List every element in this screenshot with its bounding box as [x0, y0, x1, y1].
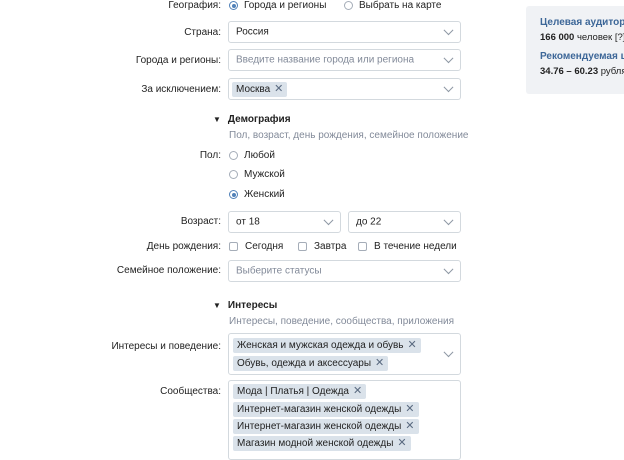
- birthday-week-checkbox[interactable]: В течение недели: [358, 241, 457, 252]
- radio-icon: [344, 1, 353, 10]
- age-from-select[interactable]: от 18: [228, 211, 341, 233]
- marital-label: Семейное положение:: [116, 265, 221, 276]
- checkbox-icon: [229, 242, 238, 251]
- chevron-down-icon: [323, 215, 334, 226]
- birthday-today-checkbox[interactable]: Сегодня: [229, 241, 283, 252]
- chevron-down-icon: [443, 53, 454, 64]
- audience-unit: человек [?]: [576, 32, 624, 43]
- gender-option-any[interactable]: Любой: [229, 150, 275, 161]
- exclusion-tag-label: Москва: [236, 84, 271, 95]
- age-from-value: от 18: [236, 216, 260, 228]
- behavior-tag-label: Обувь, одежда и аксессуары: [237, 358, 372, 369]
- country-select[interactable]: Россия: [228, 21, 461, 43]
- communities-input[interactable]: Мода | Платья | Одежда ✕ Интернет-магази…: [228, 380, 461, 460]
- chevron-down-icon: [443, 347, 454, 358]
- remove-tag-icon[interactable]: ✕: [375, 358, 384, 369]
- radio-selected-icon: [229, 190, 238, 199]
- exclusions-input[interactable]: Москва ✕: [228, 78, 461, 100]
- birthday-label: День рождения:: [146, 241, 221, 252]
- price-unit: рубля: [600, 66, 624, 77]
- behavior-tag-label: Женская и мужская одежда и обувь: [237, 340, 404, 351]
- cities-label: Города и регионы:: [135, 55, 221, 66]
- community-tag: Магазин модной женской одежды ✕: [233, 436, 411, 451]
- cities-placeholder: Введите название города или региона: [236, 54, 415, 66]
- exclusion-tag: Москва ✕: [232, 82, 288, 97]
- country-label: Страна:: [184, 27, 221, 38]
- behavior-tag: Обувь, одежда и аксессуары ✕: [233, 356, 389, 371]
- birthday-week-label: В течение недели: [374, 241, 457, 252]
- exclusions-label: За исключением:: [141, 84, 221, 95]
- demography-title: Демография: [227, 114, 291, 125]
- geography-option-cities-label: Города и регионы: [244, 0, 327, 11]
- country-value: Россия: [236, 26, 269, 38]
- price-title: Рекомендуемая ц: [540, 51, 624, 62]
- checkbox-icon: [298, 242, 307, 251]
- community-tag-label: Интернет-магазин женской одежды: [237, 404, 402, 415]
- demography-section-header[interactable]: ▼ Демография: [213, 114, 291, 125]
- birthday-tomorrow-checkbox[interactable]: Завтра: [298, 241, 346, 252]
- remove-tag-icon[interactable]: ✕: [405, 421, 414, 432]
- age-to-select[interactable]: до 22: [348, 211, 461, 233]
- communities-label: Сообщества:: [160, 386, 221, 397]
- collapse-triangle-icon: ▼: [213, 115, 221, 124]
- community-tag: Интернет-магазин женской одежды ✕: [233, 402, 419, 417]
- interests-subtitle: Интересы, поведение, сообщества, приложе…: [229, 316, 455, 327]
- remove-tag-icon[interactable]: ✕: [353, 386, 362, 397]
- chevron-down-icon: [443, 25, 454, 36]
- radio-selected-icon: [229, 1, 238, 10]
- audience-summary-panel: Целевая аудитори 166 000 человек [?] Рек…: [526, 6, 624, 94]
- community-tag-label: Магазин модной женской одежды: [237, 438, 394, 449]
- behavior-input[interactable]: Женская и мужская одежда и обувь ✕ Обувь…: [228, 333, 461, 375]
- audience-value: 166 000: [540, 32, 575, 43]
- community-tag: Мода | Платья | Одежда ✕: [233, 384, 367, 399]
- chevron-down-icon: [443, 215, 454, 226]
- demography-subtitle: Пол, возраст, день рождения, семейное по…: [229, 130, 469, 141]
- geography-option-cities[interactable]: Города и регионы: [229, 0, 326, 11]
- radio-icon: [229, 151, 238, 160]
- behavior-label: Интересы и поведение:: [111, 341, 221, 352]
- marital-placeholder: Выберите статусы: [236, 265, 322, 277]
- radio-icon: [229, 170, 238, 179]
- gender-option-male-label: Мужской: [244, 169, 285, 180]
- remove-tag-icon[interactable]: ✕: [408, 340, 417, 351]
- behavior-tag: Женская и мужская одежда и обувь ✕: [233, 338, 421, 353]
- price-value-line: 34.76 – 60.23 рубля: [540, 66, 624, 77]
- remove-tag-icon[interactable]: ✕: [405, 404, 414, 415]
- marital-select[interactable]: Выберите статусы: [228, 260, 461, 282]
- gender-option-male[interactable]: Мужской: [229, 169, 285, 180]
- remove-tag-icon[interactable]: ✕: [274, 84, 283, 95]
- interests-title: Интересы: [227, 300, 278, 311]
- gender-option-female[interactable]: Женский: [229, 189, 285, 200]
- cities-input[interactable]: Введите название города или региона: [228, 49, 461, 71]
- geography-option-map[interactable]: Выбрать на карте: [344, 0, 441, 11]
- price-value: 34.76 – 60.23: [540, 66, 599, 77]
- gender-option-female-label: Женский: [244, 189, 285, 200]
- remove-tag-icon[interactable]: ✕: [397, 438, 406, 449]
- chevron-down-icon: [443, 82, 454, 93]
- audience-title: Целевая аудитори: [540, 17, 624, 28]
- birthday-tomorrow-label: Завтра: [314, 241, 347, 252]
- gender-option-any-label: Любой: [244, 150, 275, 161]
- community-tag-label: Мода | Платья | Одежда: [237, 386, 349, 397]
- age-to-value: до 22: [356, 216, 382, 228]
- birthday-today-label: Сегодня: [245, 241, 284, 252]
- audience-value-line: 166 000 человек [?]: [540, 32, 624, 43]
- geography-option-map-label: Выбрать на карте: [359, 0, 442, 11]
- checkbox-icon: [358, 242, 367, 251]
- collapse-triangle-icon: ▼: [213, 301, 221, 310]
- chevron-down-icon: [443, 264, 454, 275]
- community-tag: Интернет-магазин женской одежды ✕: [233, 419, 419, 434]
- age-label: Возраст:: [180, 216, 221, 227]
- community-tag-label: Интернет-магазин женской одежды: [237, 421, 402, 432]
- interests-section-header[interactable]: ▼ Интересы: [213, 300, 277, 311]
- geography-label: География:: [168, 0, 221, 11]
- gender-label: Пол:: [199, 150, 221, 161]
